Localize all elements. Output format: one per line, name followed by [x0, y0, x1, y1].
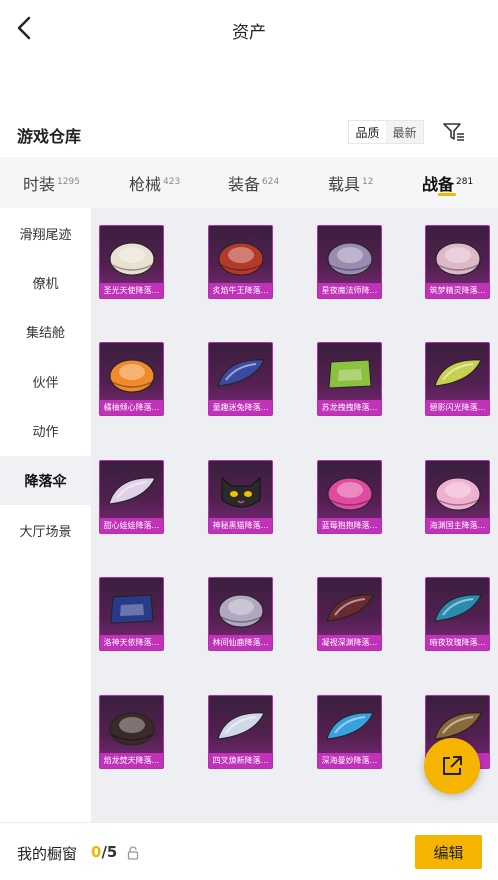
cat-parachute-icon [213, 467, 269, 517]
wing-parachute-icon [430, 349, 486, 399]
item-card[interactable]: 筑梦精灵降落... [425, 225, 490, 299]
round-parachute-icon [213, 232, 269, 282]
sidebar-item-glide-trail[interactable]: 滑翔尾迹 [0, 209, 91, 258]
round-parachute-icon [213, 584, 269, 634]
item-card[interactable]: 星夜魔法师降... [317, 225, 382, 299]
item-name: 甜心娃娃降落... [100, 518, 163, 533]
filter-icon [443, 123, 464, 141]
item-name: 林间仙鹿降落... [209, 635, 272, 650]
item-name: 苏龙拽拽降落... [318, 400, 381, 415]
round-parachute-icon [322, 467, 378, 517]
wing-parachute-icon [322, 702, 378, 752]
item-name: 橘柚倾心降落... [100, 400, 163, 415]
showcase-label: 我的橱窗 [17, 845, 78, 863]
tab-vehicles[interactable]: 载具 12 [328, 171, 373, 195]
item-card[interactable]: 炙焰牛王降落... [208, 225, 273, 299]
item-card[interactable]: 海渊国主降落... [425, 460, 490, 534]
item-card[interactable]: 暗夜玫瑰降落... [425, 577, 490, 651]
lock-icon [127, 846, 139, 860]
showcase-count: 0/5 [91, 843, 118, 861]
item-card[interactable]: 蓝莓抱抱降落... [317, 460, 382, 534]
page-title: 资产 [232, 23, 266, 43]
sort-quality-button[interactable]: 品质 [349, 121, 386, 143]
round-parachute-icon [104, 349, 160, 399]
item-name: 焰龙焚天降落... [100, 753, 163, 768]
showcase-bar: 我的橱窗 0/5 编辑 [0, 822, 498, 880]
item-card[interactable]: 焰龙焚天降落... [99, 695, 164, 769]
section-title: 游戏仓库 [17, 127, 82, 146]
warehouse-header: 游戏仓库 品质 最新 [0, 118, 498, 154]
item-name: 洛神天依降落... [100, 635, 163, 650]
item-card[interactable]: 碧影闪光降落... [425, 342, 490, 416]
item-card[interactable]: 苏龙拽拽降落... [317, 342, 382, 416]
wing-parachute-icon [322, 584, 378, 634]
item-name: 凝视深渊降落... [318, 635, 381, 650]
sidebar-item-lobby-scene[interactable]: 大厅场景 [0, 506, 91, 555]
item-card[interactable]: 四叉焕新降落... [208, 695, 273, 769]
sort-toggle: 品质 最新 [348, 120, 424, 144]
tab-equipment[interactable]: 装备 624 [228, 171, 279, 195]
item-name: 星夜魔法师降... [318, 283, 381, 298]
sidebar-item-companion[interactable]: 伙伴 [0, 357, 91, 406]
edit-button[interactable]: 编辑 [415, 835, 482, 869]
round-parachute-icon [430, 232, 486, 282]
sidebar-item-parachute[interactable]: 降落伞 [0, 456, 91, 505]
wing-parachute-icon [213, 702, 269, 752]
tab-readiness[interactable]: 战备 281 [422, 171, 473, 195]
wing-parachute-icon [430, 584, 486, 634]
sidebar-item-emote[interactable]: 动作 [0, 406, 91, 455]
item-name: 暗夜玫瑰降落... [426, 635, 489, 650]
subcategory-sidebar: 滑翔尾迹 僚机 集结舱 伙伴 动作 降落伞 大厅场景 [0, 208, 91, 822]
item-name: 四叉焕新降落... [209, 753, 272, 768]
wing-parachute-icon [213, 349, 269, 399]
external-link-icon [443, 756, 462, 775]
item-grid: 圣光天使降落... 炙焰牛王降落... 星夜魔法师降... 筑梦精灵降落... 橘柚倾心… [91, 208, 498, 822]
round-parachute-icon [322, 232, 378, 282]
item-card[interactable]: 圣光天使降落... [99, 225, 164, 299]
round-parachute-icon [104, 702, 160, 752]
tab-guns[interactable]: 枪械 423 [129, 171, 180, 195]
active-tab-indicator [438, 193, 456, 196]
filter-button[interactable] [441, 119, 467, 145]
item-card[interactable]: 凝视深渊降落... [317, 577, 382, 651]
item-name: 圣光天使降落... [100, 283, 163, 298]
item-name: 炙焰牛王降落... [209, 283, 272, 298]
round-parachute-icon [430, 467, 486, 517]
item-card[interactable]: 橘柚倾心降落... [99, 342, 164, 416]
share-button[interactable] [424, 738, 480, 794]
tab-fashion[interactable]: 时装 1295 [23, 171, 80, 195]
item-card[interactable]: 神秘黑猫降落... [208, 460, 273, 534]
category-tabs: 时装 1295 枪械 423 装备 624 载具 12 战备 281 [0, 157, 498, 208]
item-card[interactable]: 林间仙鹿降落... [208, 577, 273, 651]
item-card[interactable]: 深海曼妙降落... [317, 695, 382, 769]
square-parachute-icon [104, 584, 160, 634]
item-card[interactable]: 童趣迷兔降落... [208, 342, 273, 416]
item-card[interactable]: 洛神天依降落... [99, 577, 164, 651]
round-parachute-icon [104, 232, 160, 282]
item-name: 童趣迷兔降落... [209, 400, 272, 415]
item-name: 蓝莓抱抱降落... [318, 518, 381, 533]
sidebar-item-assembly-pod[interactable]: 集结舱 [0, 307, 91, 356]
square-parachute-icon [322, 349, 378, 399]
top-bar: 资产 [0, 0, 498, 58]
item-name: 海渊国主降落... [426, 518, 489, 533]
item-card[interactable]: 甜心娃娃降落... [99, 460, 164, 534]
sidebar-item-wingman[interactable]: 僚机 [0, 258, 91, 307]
item-name: 筑梦精灵降落... [426, 283, 489, 298]
sort-newest-button[interactable]: 最新 [386, 121, 423, 143]
item-name: 神秘黑猫降落... [209, 518, 272, 533]
item-name: 碧影闪光降落... [426, 400, 489, 415]
item-name: 深海曼妙降落... [318, 753, 381, 768]
wing-parachute-icon [104, 467, 160, 517]
